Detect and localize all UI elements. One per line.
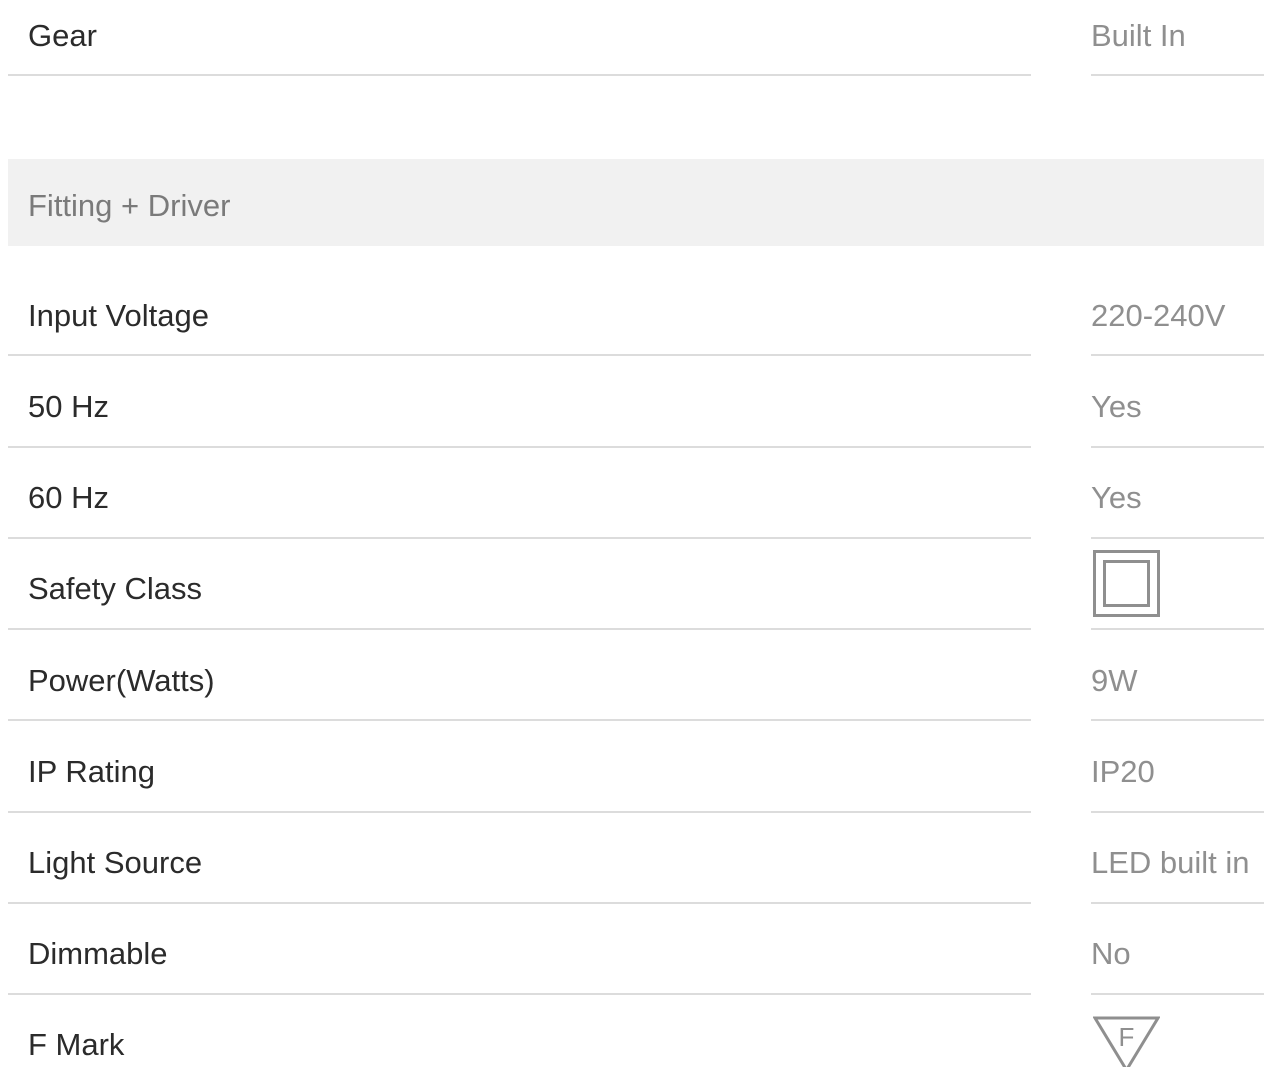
row-divider xyxy=(1091,993,1264,995)
spec-label: Safety Class xyxy=(28,571,203,606)
spec-value: Yes xyxy=(1091,389,1142,424)
spec-label: Gear xyxy=(28,18,97,53)
row-divider xyxy=(8,628,1031,630)
row-divider xyxy=(1091,537,1264,539)
section-header: Fitting + Driver xyxy=(8,159,1264,246)
row-divider xyxy=(8,354,1031,356)
row-divider xyxy=(8,902,1031,904)
row-divider xyxy=(1091,74,1264,76)
spec-label: F Mark xyxy=(28,1027,125,1062)
row-divider xyxy=(1091,811,1264,813)
spec-label: 50 Hz xyxy=(28,389,109,424)
row-divider xyxy=(8,719,1031,721)
spec-label: Power(Watts) xyxy=(28,663,215,698)
row-divider xyxy=(1091,354,1264,356)
spec-value: Yes xyxy=(1091,480,1142,515)
spec-label: IP Rating xyxy=(28,754,155,789)
row-divider xyxy=(1091,446,1264,448)
f-mark-triangle-icon: F xyxy=(1092,1015,1161,1072)
row-divider xyxy=(8,446,1031,448)
row-divider xyxy=(8,537,1031,539)
spec-value: Built In xyxy=(1091,18,1186,53)
row-divider xyxy=(1091,902,1264,904)
class-ii-double-square-icon xyxy=(1093,550,1160,617)
section-title: Fitting + Driver xyxy=(28,188,231,223)
row-divider xyxy=(8,74,1031,76)
spec-value: No xyxy=(1091,936,1131,971)
spec-label: Light Source xyxy=(28,845,203,880)
spec-label: 60 Hz xyxy=(28,480,109,515)
spec-label: Input Voltage xyxy=(28,298,209,333)
spec-value: 9W xyxy=(1091,663,1138,698)
spec-value: 220-240V xyxy=(1091,298,1226,333)
row-divider xyxy=(1091,628,1264,630)
row-divider xyxy=(8,811,1031,813)
spec-value: LED built in xyxy=(1091,845,1250,880)
spec-label: Dimmable xyxy=(28,936,168,971)
row-divider xyxy=(8,993,1031,995)
row-divider xyxy=(1091,719,1264,721)
spec-value: IP20 xyxy=(1091,754,1155,789)
f-mark-letter: F xyxy=(1119,1022,1135,1052)
